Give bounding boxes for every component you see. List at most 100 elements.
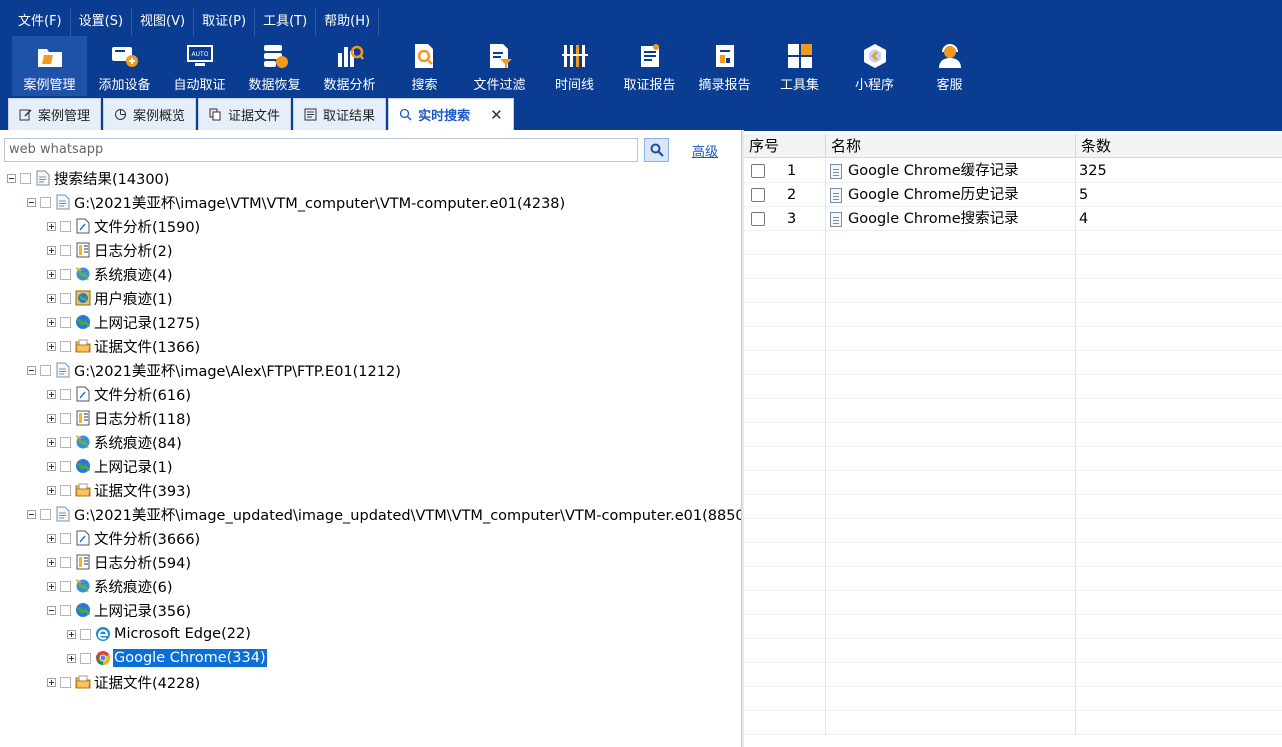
tab-pie[interactable]: 案例概览 (103, 98, 197, 130)
expand-icon[interactable] (47, 389, 56, 399)
close-tab-icon[interactable]: ✕ (490, 106, 503, 124)
tree-checkbox[interactable] (60, 388, 71, 400)
tree-node[interactable]: 系统痕迹(84) (0, 430, 742, 454)
tree-node[interactable]: 日志分析(594) (0, 550, 742, 574)
expand-icon[interactable] (47, 317, 56, 327)
toolbar-button-toolset-grid[interactable]: 工具集 (762, 36, 837, 96)
tree-node[interactable]: 用户痕迹(1) (0, 286, 742, 310)
collapse-icon[interactable] (27, 365, 36, 375)
tree-node[interactable]: 日志分析(118) (0, 406, 742, 430)
expand-icon[interactable] (47, 245, 56, 255)
column-header-name[interactable]: 名称 (826, 134, 1076, 158)
collapse-icon[interactable] (27, 509, 36, 519)
tree-node[interactable]: G:\2021美亚杯\image_updated\image_updated\V… (0, 502, 742, 526)
tree-node[interactable]: G:\2021美亚杯\image\Alex\FTP\FTP.E01(1212) (0, 358, 742, 382)
search-button[interactable] (644, 138, 669, 162)
expand-icon[interactable] (47, 677, 56, 687)
table-row[interactable]: 1 Google Chrome缓存记录 325 (744, 159, 1282, 183)
tree-node[interactable]: G:\2021美亚杯\image\VTM\VTM_computer\VTM-co… (0, 190, 742, 214)
toolbar-button-auto-monitor[interactable]: AUTO 自动取证 (162, 36, 237, 96)
advanced-search-link[interactable]: 高级 (692, 141, 718, 160)
tree-node[interactable]: 证据文件(4228) (0, 670, 742, 694)
tree-checkbox[interactable] (60, 436, 71, 448)
tree-checkbox[interactable] (60, 532, 71, 544)
tree-checkbox[interactable] (80, 652, 91, 664)
tree-node[interactable]: 证据文件(393) (0, 478, 742, 502)
column-header-index[interactable]: 序号 (744, 134, 826, 158)
collapse-icon[interactable] (47, 605, 56, 615)
menu-item[interactable]: 帮助(H) (316, 8, 380, 36)
tree-checkbox[interactable] (60, 292, 71, 304)
tree-node[interactable]: 文件分析(616) (0, 382, 742, 406)
tab-edit[interactable]: 案例管理 (8, 98, 102, 130)
expand-icon[interactable] (47, 581, 56, 591)
tree-node[interactable]: 上网记录(356) (0, 598, 742, 622)
tree-node[interactable]: 上网记录(1275) (0, 310, 742, 334)
collapse-icon[interactable] (27, 197, 36, 207)
tree-checkbox[interactable] (60, 460, 71, 472)
table-row[interactable]: 3 Google Chrome搜索记录 4 (744, 207, 1282, 231)
column-header-count[interactable]: 条数 (1076, 134, 1282, 158)
menu-item[interactable]: 设置(S) (71, 8, 133, 36)
tree-node[interactable]: 系统痕迹(6) (0, 574, 742, 598)
tree-checkbox[interactable] (40, 196, 51, 208)
tab-copy[interactable]: 证据文件 (198, 98, 292, 130)
expand-icon[interactable] (67, 629, 76, 639)
tree-node[interactable]: Microsoft Edge(22) (0, 622, 742, 646)
toolbar-button-customer-service[interactable]: 客服 (912, 36, 987, 96)
toolbar-button-search-doc[interactable]: 搜索 (387, 36, 462, 96)
tree-checkbox[interactable] (60, 412, 71, 424)
tree-checkbox[interactable] (60, 268, 71, 280)
toolbar-button-mini-program[interactable]: 小程序 (837, 36, 912, 96)
expand-icon[interactable] (47, 293, 56, 303)
tree-checkbox[interactable] (60, 244, 71, 256)
toolbar-button-add-device[interactable]: 添加设备 (87, 36, 162, 96)
tree-checkbox[interactable] (60, 220, 71, 232)
tree-checkbox[interactable] (60, 556, 71, 568)
toolbar-button-case-folder[interactable]: 案例管理 (12, 36, 87, 96)
toolbar-button-file-filter[interactable]: 文件过滤 (462, 36, 537, 96)
menu-item[interactable]: 视图(V) (132, 8, 195, 36)
table-row[interactable]: 2 Google Chrome历史记录 5 (744, 183, 1282, 207)
tree-checkbox[interactable] (60, 340, 71, 352)
expand-icon[interactable] (47, 413, 56, 423)
toolbar-button-excerpt-report[interactable]: 摘录报告 (687, 36, 762, 96)
expand-icon[interactable] (47, 461, 56, 471)
tab-magnifier[interactable]: 实时搜索 ✕ (388, 98, 514, 130)
expand-icon[interactable] (47, 341, 56, 351)
tree-node[interactable]: 日志分析(2) (0, 238, 742, 262)
row-checkbox[interactable] (751, 188, 765, 202)
tree-checkbox[interactable] (60, 316, 71, 328)
toolbar-button-data-recovery[interactable]: 数据恢复 (237, 36, 312, 96)
search-input[interactable]: web whatsapp (4, 138, 638, 162)
tree-checkbox[interactable] (60, 676, 71, 688)
tree-checkbox[interactable] (60, 484, 71, 496)
row-checkbox[interactable] (751, 164, 765, 178)
tree-checkbox[interactable] (20, 172, 31, 184)
tree-node[interactable]: 上网记录(1) (0, 454, 742, 478)
tree-checkbox[interactable] (60, 580, 71, 592)
menu-item[interactable]: 文件(F) (10, 8, 71, 36)
menu-item[interactable]: 取证(P) (194, 8, 256, 36)
tree-node[interactable]: Google Chrome(334) (0, 646, 742, 670)
expand-icon[interactable] (47, 557, 56, 567)
toolbar-button-forensic-report[interactable]: 取证报告 (612, 36, 687, 96)
tree-node[interactable]: 文件分析(1590) (0, 214, 742, 238)
expand-icon[interactable] (67, 653, 76, 663)
toolbar-button-data-analysis[interactable]: 数据分析 (312, 36, 387, 96)
tree-checkbox[interactable] (80, 628, 91, 640)
collapse-icon[interactable] (7, 173, 16, 183)
tab-list[interactable]: 取证结果 (293, 98, 387, 130)
expand-icon[interactable] (47, 485, 56, 495)
row-checkbox[interactable] (751, 212, 765, 226)
tree-checkbox[interactable] (40, 364, 51, 376)
expand-icon[interactable] (47, 221, 56, 231)
tree-node[interactable]: 系统痕迹(4) (0, 262, 742, 286)
tree-node[interactable]: 证据文件(1366) (0, 334, 742, 358)
expand-icon[interactable] (47, 533, 56, 543)
expand-icon[interactable] (47, 437, 56, 447)
tree-node[interactable]: 文件分析(3666) (0, 526, 742, 550)
tree-checkbox[interactable] (60, 604, 71, 616)
toolbar-button-timeline[interactable]: 时间线 (537, 36, 612, 96)
menu-item[interactable]: 工具(T) (255, 8, 317, 36)
